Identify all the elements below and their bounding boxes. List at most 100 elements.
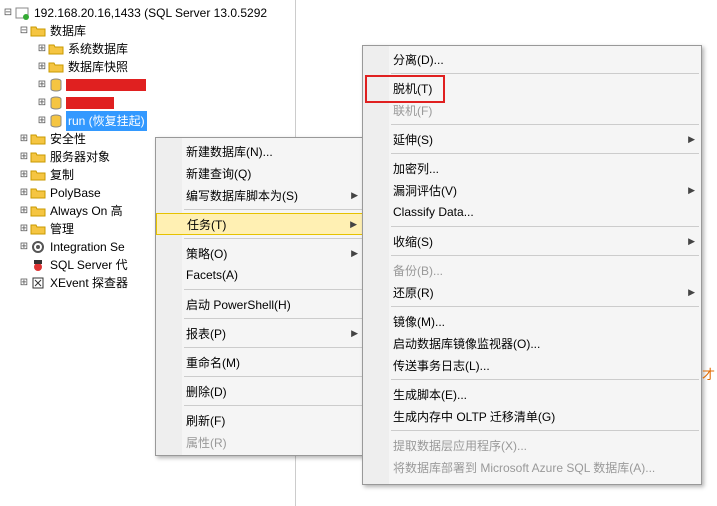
- menu-label: 属性(R): [186, 434, 227, 451]
- submenu-arrow-icon: ▶: [688, 236, 695, 247]
- menu-tasks[interactable]: 任务(T)▶: [156, 213, 364, 235]
- dbsnap-label: 数据库快照: [66, 57, 130, 77]
- submenu-take-offline[interactable]: 脱机(T): [363, 77, 701, 99]
- menu-label: 分离(D)...: [393, 51, 444, 68]
- folder-icon: [30, 221, 46, 237]
- db-node-redacted-2[interactable]: ⊞: [0, 94, 295, 112]
- submenu-stretch[interactable]: 延伸(S)▶: [363, 128, 701, 150]
- menu-separator: [184, 347, 362, 348]
- server-node[interactable]: ⊟ 192.168.20.16,1433 (SQL Server 13.0.52…: [0, 4, 295, 22]
- menu-separator: [391, 379, 699, 380]
- submenu-generate-scripts[interactable]: 生成脚本(E)...: [363, 383, 701, 405]
- menu-label: 加密列...: [393, 160, 439, 177]
- menu-refresh[interactable]: 刷新(F): [156, 409, 364, 431]
- menu-label: 报表(P): [186, 325, 226, 342]
- submenu-oltp-checklist[interactable]: 生成内存中 OLTP 迁移清单(G): [363, 405, 701, 427]
- agent-icon: [30, 257, 46, 273]
- submenu-classify-data[interactable]: Classify Data...: [363, 201, 701, 223]
- expand-icon[interactable]: ⊞: [36, 76, 48, 94]
- menu-label: Facets(A): [186, 268, 238, 282]
- menu-policies[interactable]: 策略(O)▶: [156, 242, 364, 264]
- submenu-vulnerability[interactable]: 漏洞评估(V)▶: [363, 179, 701, 201]
- expand-icon[interactable]: ⊞: [18, 220, 30, 238]
- expand-icon[interactable]: ⊞: [18, 166, 30, 184]
- partial-text: 才: [702, 364, 715, 383]
- menu-label: 生成脚本(E)...: [393, 386, 467, 403]
- expand-icon[interactable]: ⊞: [18, 184, 30, 202]
- menu-label: 还原(R): [393, 284, 434, 301]
- expand-icon[interactable]: ⊞: [36, 40, 48, 58]
- management-label: 管理: [48, 219, 76, 239]
- menu-label: 脱机(T): [393, 80, 432, 97]
- menu-separator: [391, 255, 699, 256]
- blank-toggle: [18, 256, 30, 274]
- collapse-icon[interactable]: ⊟: [2, 4, 14, 22]
- expand-icon[interactable]: ⊞: [18, 202, 30, 220]
- menu-label: 新建查询(Q): [186, 165, 251, 182]
- db-node-redacted-1[interactable]: ⊞: [0, 76, 295, 94]
- menu-powershell[interactable]: 启动 PowerShell(H): [156, 293, 364, 315]
- folder-icon: [30, 23, 46, 39]
- menu-separator: [391, 430, 699, 431]
- databases-node[interactable]: ⊟ 数据库: [0, 22, 295, 40]
- submenu-backup: 备份(B)...: [363, 259, 701, 281]
- sqlagent-label: SQL Server 代: [48, 255, 130, 275]
- submenu-bring-online: 联机(F): [363, 99, 701, 121]
- database-icon: [48, 113, 64, 129]
- menu-new-query[interactable]: 新建查询(Q): [156, 162, 364, 184]
- menu-separator: [184, 289, 362, 290]
- server-label: 192.168.20.16,1433 (SQL Server 13.0.5292: [32, 3, 269, 23]
- submenu-arrow-icon: ▶: [350, 219, 357, 230]
- submenu-arrow-icon: ▶: [688, 185, 695, 196]
- menu-label: 收缩(S): [393, 233, 433, 250]
- menu-separator: [184, 318, 362, 319]
- submenu-launch-monitor[interactable]: 启动数据库镜像监视器(O)...: [363, 332, 701, 354]
- menu-rename[interactable]: 重命名(M): [156, 351, 364, 373]
- collapse-icon[interactable]: ⊟: [18, 22, 30, 40]
- menu-separator: [391, 124, 699, 125]
- folder-icon: [30, 131, 46, 147]
- menu-label: 生成内存中 OLTP 迁移清单(G): [393, 408, 555, 425]
- submenu-arrow-icon: ▶: [688, 287, 695, 298]
- menu-label: 新建数据库(N)...: [186, 143, 273, 160]
- menu-label: 编写数据库脚本为(S): [186, 187, 298, 204]
- expand-icon[interactable]: ⊞: [18, 274, 30, 292]
- menu-label: 传送事务日志(L)...: [393, 357, 490, 374]
- menu-facets[interactable]: Facets(A): [156, 264, 364, 286]
- sysdb-node[interactable]: ⊞ 系统数据库: [0, 40, 295, 58]
- db-node-run[interactable]: ⊞ run (恢复挂起): [0, 112, 295, 130]
- database-icon: [48, 95, 64, 111]
- submenu-shrink[interactable]: 收缩(S) ▶: [363, 230, 701, 252]
- expand-icon[interactable]: ⊞: [36, 94, 48, 112]
- expand-icon[interactable]: ⊞: [36, 58, 48, 76]
- expand-icon[interactable]: ⊞: [36, 112, 48, 130]
- menu-delete[interactable]: 删除(D): [156, 380, 364, 402]
- context-menu[interactable]: 新建数据库(N)... 新建查询(Q) 编写数据库脚本为(S)▶ 任务(T)▶ …: [155, 137, 365, 456]
- polybase-label: PolyBase: [48, 183, 103, 203]
- menu-reports[interactable]: 报表(P)▶: [156, 322, 364, 344]
- folder-icon: [48, 41, 64, 57]
- menu-separator: [184, 405, 362, 406]
- dbsnap-node[interactable]: ⊞ 数据库快照: [0, 58, 295, 76]
- submenu-encrypt-columns[interactable]: 加密列...: [363, 157, 701, 179]
- submenu-ship-log[interactable]: 传送事务日志(L)...: [363, 354, 701, 376]
- submenu-mirror[interactable]: 镜像(M)...: [363, 310, 701, 332]
- menu-script-database[interactable]: 编写数据库脚本为(S)▶: [156, 184, 364, 206]
- tasks-submenu[interactable]: 分离(D)... 脱机(T) 联机(F) 延伸(S)▶ 加密列... 漏洞评估(…: [362, 45, 702, 485]
- expand-icon[interactable]: ⊞: [18, 130, 30, 148]
- submenu-restore[interactable]: 还原(R) ▶: [363, 281, 701, 303]
- folder-icon: [30, 185, 46, 201]
- server-icon: [14, 5, 30, 21]
- folder-icon: [48, 59, 64, 75]
- expand-icon[interactable]: ⊞: [18, 148, 30, 166]
- expand-icon[interactable]: ⊞: [18, 238, 30, 256]
- menu-label: 删除(D): [186, 383, 227, 400]
- folder-icon: [30, 167, 46, 183]
- menu-new-database[interactable]: 新建数据库(N)...: [156, 140, 364, 162]
- menu-separator: [184, 209, 362, 210]
- menu-label: 提取数据层应用程序(X)...: [393, 437, 527, 454]
- submenu-detach[interactable]: 分离(D)...: [363, 48, 701, 70]
- menu-separator: [184, 238, 362, 239]
- alwayson-label: Always On 高: [48, 201, 125, 221]
- submenu-deploy-azure: 将数据库部署到 Microsoft Azure SQL 数据库(A)...: [363, 456, 701, 478]
